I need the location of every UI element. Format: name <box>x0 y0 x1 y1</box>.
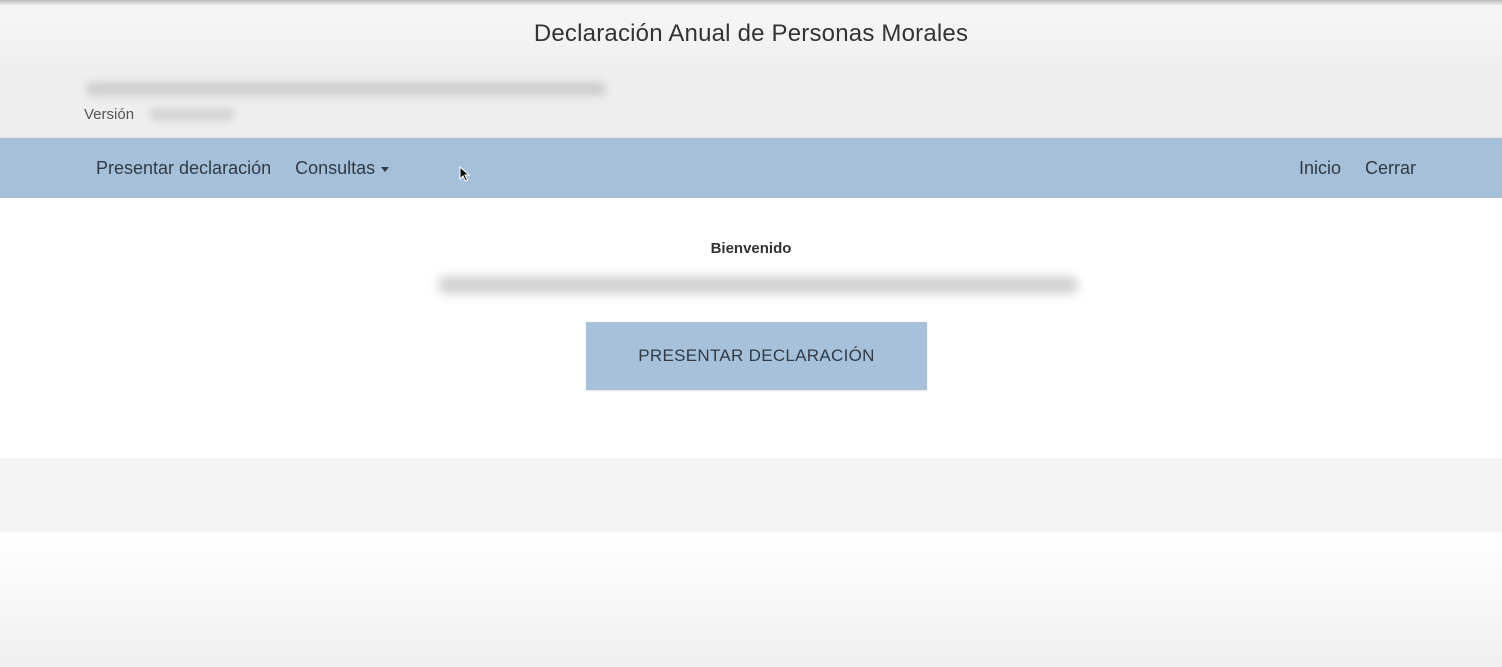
nav-home-label: Inicio <box>1298 157 1341 178</box>
nav-present-label: Presentar declaración <box>96 157 272 178</box>
page-bottom <box>0 532 1502 667</box>
company-name-redacted <box>438 276 1078 294</box>
main-content: Bienvenido PRESENTAR DECLARACIÓN <box>0 198 1502 458</box>
nav-queries-label: Consultas <box>295 157 376 178</box>
nav-close-label: Cerrar <box>1364 157 1416 178</box>
version-row: Versión <box>84 106 235 123</box>
nav-close[interactable]: Cerrar <box>1365 158 1416 179</box>
welcome-text: Bienvenido <box>710 240 792 257</box>
main-navbar: Presentar declaración Consultas Inicio C… <box>0 138 1502 198</box>
nav-right: Inicio Cerrar <box>1299 138 1416 198</box>
footer-band <box>0 458 1502 532</box>
version-label: Versión <box>84 106 135 123</box>
mouse-cursor-icon <box>459 166 471 182</box>
nav-queries-dropdown[interactable]: Consultas <box>295 157 390 179</box>
title-bar: Declaración Anual de Personas Morales <box>0 0 1502 68</box>
top-shadow <box>0 0 1502 6</box>
taxpayer-id-redacted <box>86 82 606 96</box>
caret-down-icon <box>381 166 390 172</box>
nav-present-declaration[interactable]: Presentar declaración <box>96 158 271 179</box>
page-title: Declaración Anual de Personas Morales <box>533 20 969 47</box>
app-window: Declaración Anual de Personas Morales Ve… <box>0 0 1502 667</box>
version-value-redacted <box>150 108 235 121</box>
taxpayer-info: Versión <box>0 68 1502 138</box>
nav-home[interactable]: Inicio <box>1299 158 1341 179</box>
present-declaration-button[interactable]: PRESENTAR DECLARACIÓN <box>586 322 927 390</box>
nav-left: Presentar declaración Consultas <box>96 138 390 198</box>
